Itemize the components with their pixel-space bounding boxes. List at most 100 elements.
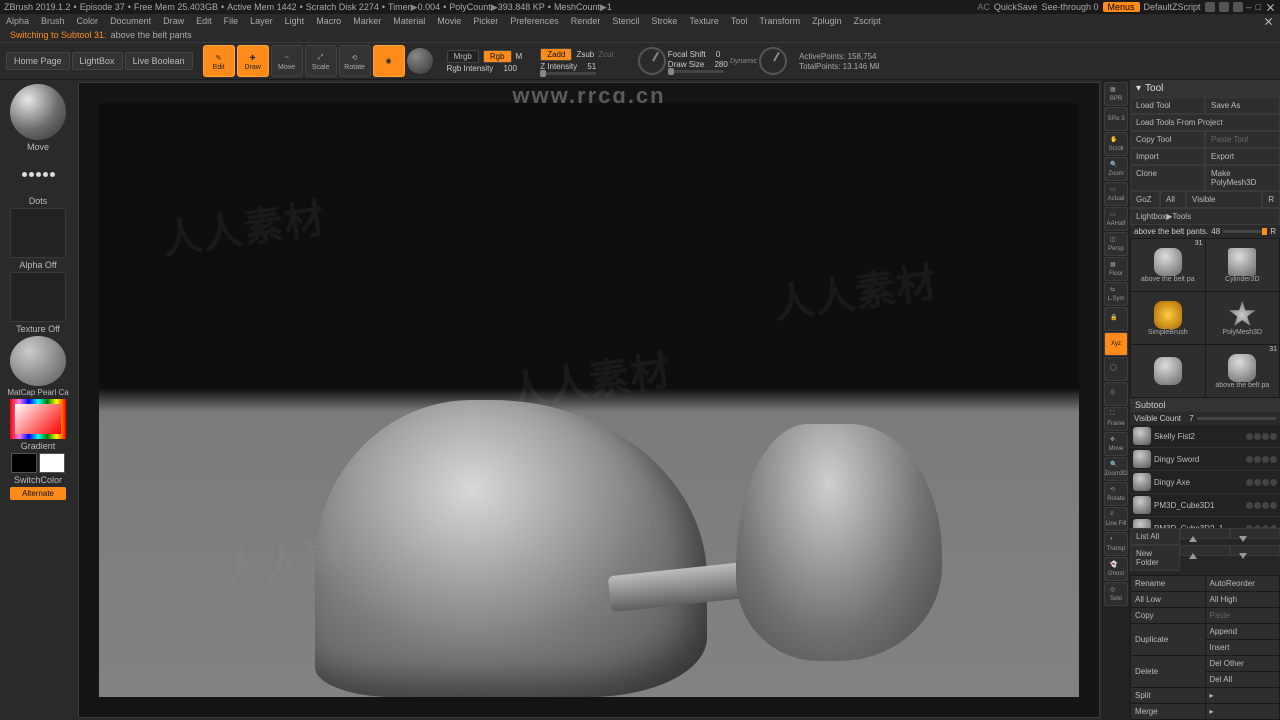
menu-draw[interactable]: Draw (163, 16, 184, 26)
import-button[interactable]: Import (1130, 148, 1205, 165)
menu-movie[interactable]: Movie (437, 16, 461, 26)
menu-tool[interactable]: Tool (731, 16, 748, 26)
tool-cell-1[interactable]: Cylinder3D (1206, 239, 1280, 291)
brush-selector[interactable] (10, 84, 66, 140)
ghost-button[interactable]: 👻Ghost (1104, 557, 1128, 581)
transp-button[interactable]: ◐Transp (1104, 532, 1128, 556)
minimize-icon[interactable]: – (1247, 2, 1252, 12)
append-button[interactable]: Append (1206, 624, 1280, 639)
menu-brush[interactable]: Brush (41, 16, 65, 26)
goz-visible-button[interactable]: Visible (1186, 191, 1262, 208)
material-selector[interactable] (10, 336, 66, 386)
menu-light[interactable]: Light (285, 16, 305, 26)
load-tool-button[interactable]: Load Tool (1130, 97, 1205, 114)
move3d-button[interactable]: ✥Move (1104, 432, 1128, 456)
switchcolor-button[interactable]: SwitchColor (14, 475, 62, 485)
paste-tool-button[interactable]: Paste Tool (1205, 131, 1280, 148)
fold-up-button[interactable] (1180, 545, 1230, 556)
stroke-selector[interactable] (10, 154, 66, 194)
export-button[interactable]: Export (1205, 148, 1280, 165)
tool-header[interactable]: ▾Tool (1130, 80, 1280, 97)
subtool-header[interactable]: Subtool (1130, 398, 1280, 412)
menu-preferences[interactable]: Preferences (510, 16, 559, 26)
menu-macro[interactable]: Macro (316, 16, 341, 26)
clone-button[interactable]: Clone (1130, 165, 1205, 191)
solo-button[interactable]: ◎Solo (1104, 582, 1128, 606)
size-gauge-icon[interactable] (759, 47, 787, 75)
color-swatches[interactable] (11, 453, 65, 473)
del-other-button[interactable]: Del Other (1206, 656, 1280, 671)
move-up-button[interactable] (1180, 528, 1230, 539)
lock-button[interactable]: 🔒 (1104, 307, 1128, 331)
gizmo-button[interactable]: ◉ (373, 45, 405, 77)
menu-render[interactable]: Render (571, 16, 601, 26)
tool-cell-3[interactable]: PolyMesh3D (1206, 292, 1280, 344)
menu-material[interactable]: Material (393, 16, 425, 26)
rgb-button[interactable]: Rgb (483, 50, 512, 63)
subtool-row[interactable]: Dingy Axe (1130, 471, 1280, 494)
viewport[interactable]: www.rrcg.cn 人人素材 人人素材 人人素材 人人素材 (78, 82, 1100, 718)
paste-subtool-button[interactable]: Paste (1206, 608, 1280, 623)
menu-color[interactable]: Color (77, 16, 99, 26)
rotate-mode-button[interactable]: ⟲Rotate (339, 45, 371, 77)
merge-expand-icon[interactable]: ▸ (1206, 704, 1280, 719)
zadd-button[interactable]: Zadd (540, 48, 572, 61)
dynamic-toggle[interactable]: Dynamic (730, 58, 757, 65)
subtool-list[interactable]: Skelly Fist2 Dingy Sword Dingy Axe PM3D_… (1130, 425, 1280, 528)
merge-button[interactable]: Merge (1131, 704, 1205, 719)
active-tool-line[interactable]: above the belt pants. 48 R (1130, 225, 1280, 238)
fold-down-button[interactable] (1230, 545, 1280, 556)
alpha-selector[interactable] (10, 208, 66, 258)
localsym-button[interactable]: ⇆L.Sym (1104, 282, 1128, 306)
maximize-icon[interactable]: □ (1256, 2, 1261, 12)
del-all-button[interactable]: Del All (1206, 672, 1280, 687)
canvas[interactable] (99, 103, 1079, 697)
make-polymesh-button[interactable]: Make PolyMesh3D (1205, 165, 1280, 191)
save-as-button[interactable]: Save As (1205, 97, 1280, 114)
all-low-button[interactable]: All Low (1131, 592, 1205, 607)
rename-button[interactable]: Rename (1131, 576, 1205, 591)
close-icon[interactable] (1265, 2, 1276, 13)
floor-button[interactable]: ▦Floor (1104, 257, 1128, 281)
orbit2-button[interactable]: ⊙ (1104, 382, 1128, 406)
mrgb-button[interactable]: Mrgb (447, 50, 479, 63)
subtool-row[interactable]: PM3D_Cube3D2_1 (1130, 517, 1280, 528)
z-intensity-value[interactable]: 51 (587, 62, 596, 71)
home-page-button[interactable]: Home Page (6, 52, 70, 70)
list-all-button[interactable]: List All (1130, 528, 1180, 545)
lightbox-button[interactable]: LightBox (72, 52, 123, 70)
menu-transform[interactable]: Transform (759, 16, 800, 26)
frame-button[interactable]: ⛶Frame (1104, 407, 1128, 431)
tool-cell-2[interactable]: SimpleBrush (1131, 292, 1205, 344)
zcut-button[interactable]: Zcut (598, 50, 614, 59)
edit-mode-button[interactable]: ✎Edit (203, 45, 235, 77)
live-boolean-button[interactable]: Live Boolean (125, 52, 193, 70)
subtool-row[interactable]: Dingy Sword (1130, 448, 1280, 471)
tool-cell-4[interactable] (1131, 345, 1205, 397)
subtool-row[interactable]: PM3D_Cube3D1 (1130, 494, 1280, 517)
layout2-icon[interactable] (1219, 2, 1229, 12)
menu-zscript[interactable]: Zscript (854, 16, 881, 26)
aahalf-button[interactable]: ▭AAHalf (1104, 207, 1128, 231)
split-expand-icon[interactable]: ▸ (1206, 688, 1280, 703)
goz-r-button[interactable]: R (1262, 191, 1280, 208)
menu-marker[interactable]: Marker (353, 16, 381, 26)
tool-cell-0[interactable]: 31above the belt pa (1131, 239, 1205, 291)
menu-file[interactable]: File (224, 16, 239, 26)
alternate-button[interactable]: Alternate (10, 487, 66, 500)
lightbox-tools-button[interactable]: Lightbox▶Tools (1130, 208, 1280, 225)
copy-subtool-button[interactable]: Copy (1131, 608, 1205, 623)
draw-size-slider[interactable] (668, 70, 724, 73)
new-folder-button[interactable]: New Folder (1130, 545, 1180, 571)
sculptris-icon[interactable] (407, 48, 433, 74)
goz-button[interactable]: GoZ (1130, 191, 1160, 208)
m-button[interactable]: M (516, 52, 523, 61)
quicksave-button[interactable]: QuickSave (994, 2, 1038, 12)
xyz-button[interactable]: Xyz (1104, 332, 1128, 356)
linefill-button[interactable]: ≡Line Fill (1104, 507, 1128, 531)
focal-gauge-icon[interactable] (638, 47, 666, 75)
gradient-label[interactable]: Gradient (21, 441, 56, 451)
menu-stroke[interactable]: Stroke (651, 16, 677, 26)
menu-edit[interactable]: Edit (196, 16, 212, 26)
move-down-button[interactable] (1230, 528, 1280, 539)
